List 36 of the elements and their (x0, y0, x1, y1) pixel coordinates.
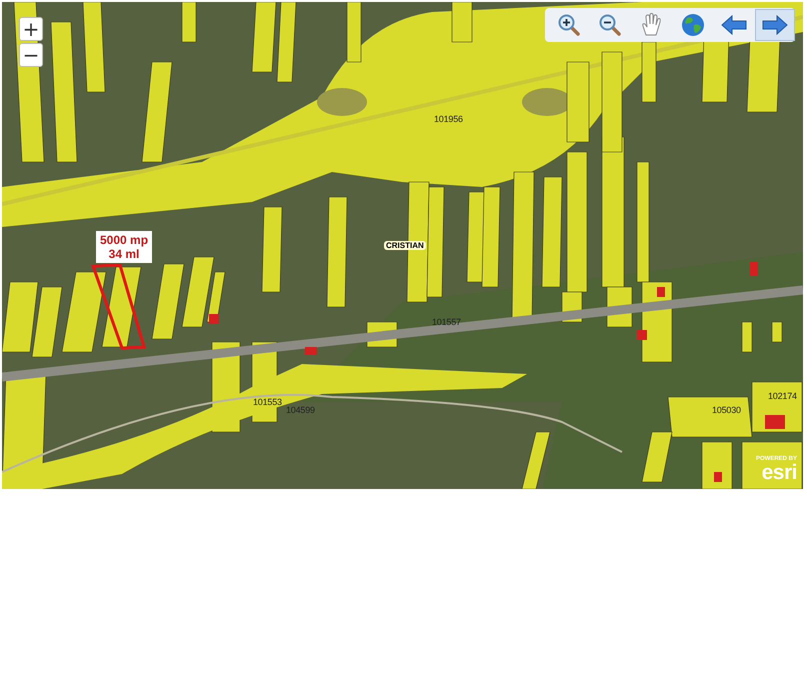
building (637, 330, 647, 340)
next-button[interactable] (754, 9, 795, 41)
zoom-out-button[interactable]: − (19, 43, 43, 67)
field-parcel (742, 322, 752, 352)
building (657, 287, 665, 297)
building (305, 347, 317, 355)
building (750, 262, 758, 276)
field-parcel (452, 2, 472, 42)
field-parcel (182, 2, 196, 42)
field-parcel (742, 442, 802, 489)
field-parcel (772, 322, 782, 342)
field-parcel (2, 282, 38, 352)
magnifier-plus-icon (557, 13, 581, 37)
place-name: CRISTIAN (384, 241, 426, 250)
right-arrow-icon (762, 15, 788, 35)
building (765, 415, 785, 429)
field-parcel (702, 442, 732, 489)
hand-icon (640, 13, 662, 37)
field-parcel (642, 42, 656, 102)
area-annotation: 5000 mp 34 ml (96, 231, 152, 263)
building (714, 472, 722, 482)
parcel-number: 101557 (432, 317, 461, 327)
parcel-number: 102174 (768, 391, 797, 401)
field-parcel (346, 2, 362, 62)
interchange-loop (317, 88, 367, 116)
globe-icon (680, 13, 705, 37)
field-parcel (252, 2, 276, 72)
zoom-in-button[interactable]: + (19, 17, 43, 41)
parcel-number: 105030 (712, 405, 741, 415)
building (209, 314, 219, 324)
left-arrow-icon (720, 15, 747, 35)
esri-logo: esri (762, 463, 797, 483)
parcel-number: 101956 (434, 114, 463, 124)
parcel-number: 104599 (286, 405, 315, 415)
field-parcel (522, 432, 550, 489)
magnifier-minus-icon (598, 13, 622, 37)
